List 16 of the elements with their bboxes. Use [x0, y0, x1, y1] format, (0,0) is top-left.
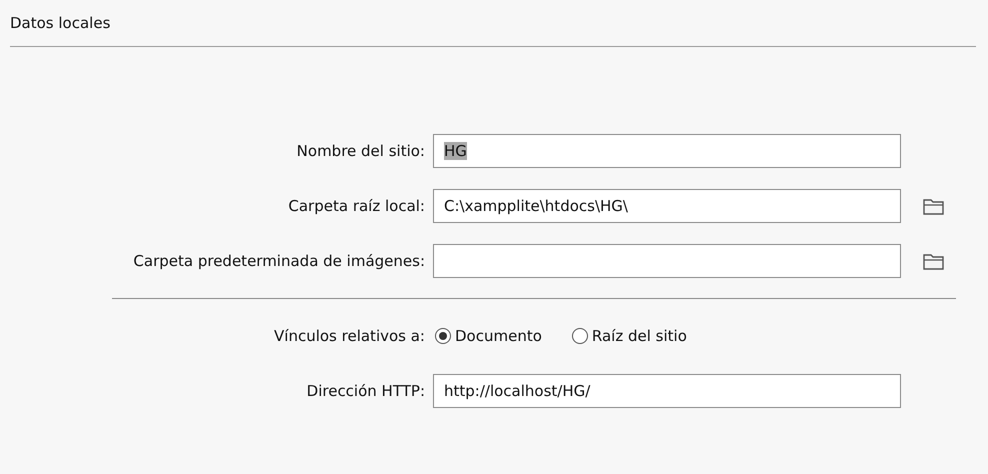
field-value: C:\xampplite\htdocs\HG\: [444, 197, 628, 215]
field-label: Dirección HTTP:: [306, 382, 425, 400]
text-field[interactable]: C:\xampplite\htdocs\HG\: [433, 189, 901, 223]
field-label: Carpeta predeterminada de imágenes:: [132, 252, 425, 270]
section-title: Datos locales: [10, 14, 112, 32]
field-label: Carpeta raíz local:: [287, 197, 425, 215]
field-label: Vínculos relativos a:: [273, 327, 425, 345]
text-field[interactable]: HG: [433, 134, 901, 168]
radio-option[interactable]: Documento: [433, 325, 544, 347]
radio-option[interactable]: Raíz del sitio: [570, 325, 689, 347]
folder-icon[interactable]: [923, 197, 945, 215]
text-field[interactable]: [433, 244, 901, 278]
folder-icon[interactable]: [923, 252, 945, 270]
field-value: HG: [444, 142, 467, 160]
field-label: Nombre del sitio:: [296, 142, 425, 160]
text-field[interactable]: http://localhost/HG/: [433, 374, 901, 408]
